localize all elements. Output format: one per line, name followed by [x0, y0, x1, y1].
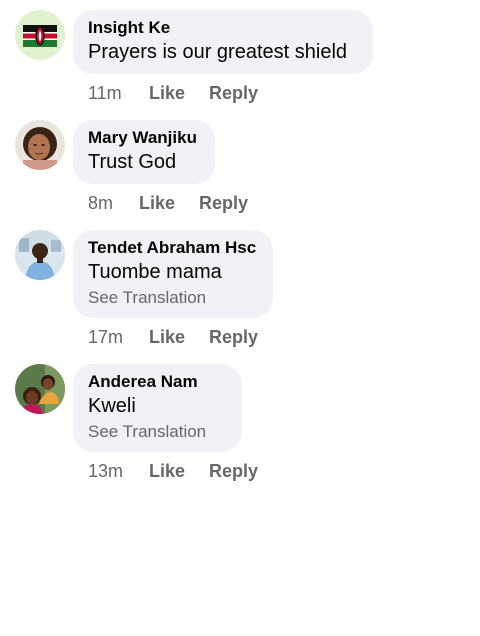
avatar[interactable]	[15, 120, 65, 170]
see-translation-link[interactable]: See Translation	[88, 419, 227, 445]
like-button[interactable]: Like	[149, 460, 185, 482]
reply-button[interactable]: Reply	[199, 192, 248, 214]
avatar[interactable]	[15, 230, 65, 280]
user-photo-icon	[15, 230, 65, 280]
comment-author[interactable]: Anderea Nam	[88, 371, 227, 393]
comment-text: Tuombe mama	[88, 261, 222, 283]
comment-bubble: Tendet Abraham Hsc Tuombe mama See Trans…	[73, 230, 273, 318]
reply-button[interactable]: Reply	[209, 326, 258, 348]
comment-bubble: Mary Wanjiku Trust God	[73, 120, 215, 184]
comment-timestamp: 11m	[88, 83, 122, 103]
comment-bubble: Anderea Nam Kweli See Translation	[73, 364, 242, 452]
like-button[interactable]: Like	[149, 82, 185, 104]
reply-button[interactable]: Reply	[209, 460, 258, 482]
comment-timestamp: 8m	[88, 193, 114, 213]
kenya-flag-icon	[15, 10, 65, 60]
comment-author[interactable]: Insight Ke	[88, 17, 358, 39]
user-photo-icon	[15, 120, 65, 170]
like-button[interactable]: Like	[149, 326, 185, 348]
avatar[interactable]	[15, 10, 65, 60]
like-button[interactable]: Like	[139, 192, 175, 214]
comment-timestamp: 13m	[88, 461, 124, 481]
comment-text: Prayers is our greatest shield	[88, 41, 348, 63]
see-translation-link[interactable]: See Translation	[88, 285, 258, 311]
comment-author[interactable]: Mary Wanjiku	[88, 127, 200, 149]
reply-button[interactable]: Reply	[209, 82, 258, 104]
comment-timestamp: 17m	[88, 327, 124, 347]
comment-bubble: Insight Ke Prayers is our greatest shiel…	[73, 10, 373, 74]
comment-author[interactable]: Tendet Abraham Hsc	[88, 237, 258, 259]
avatar[interactable]	[15, 364, 65, 414]
user-photo-icon	[15, 364, 65, 414]
comment-text: Kweli	[88, 395, 136, 417]
comment-text: Trust God	[88, 151, 177, 173]
